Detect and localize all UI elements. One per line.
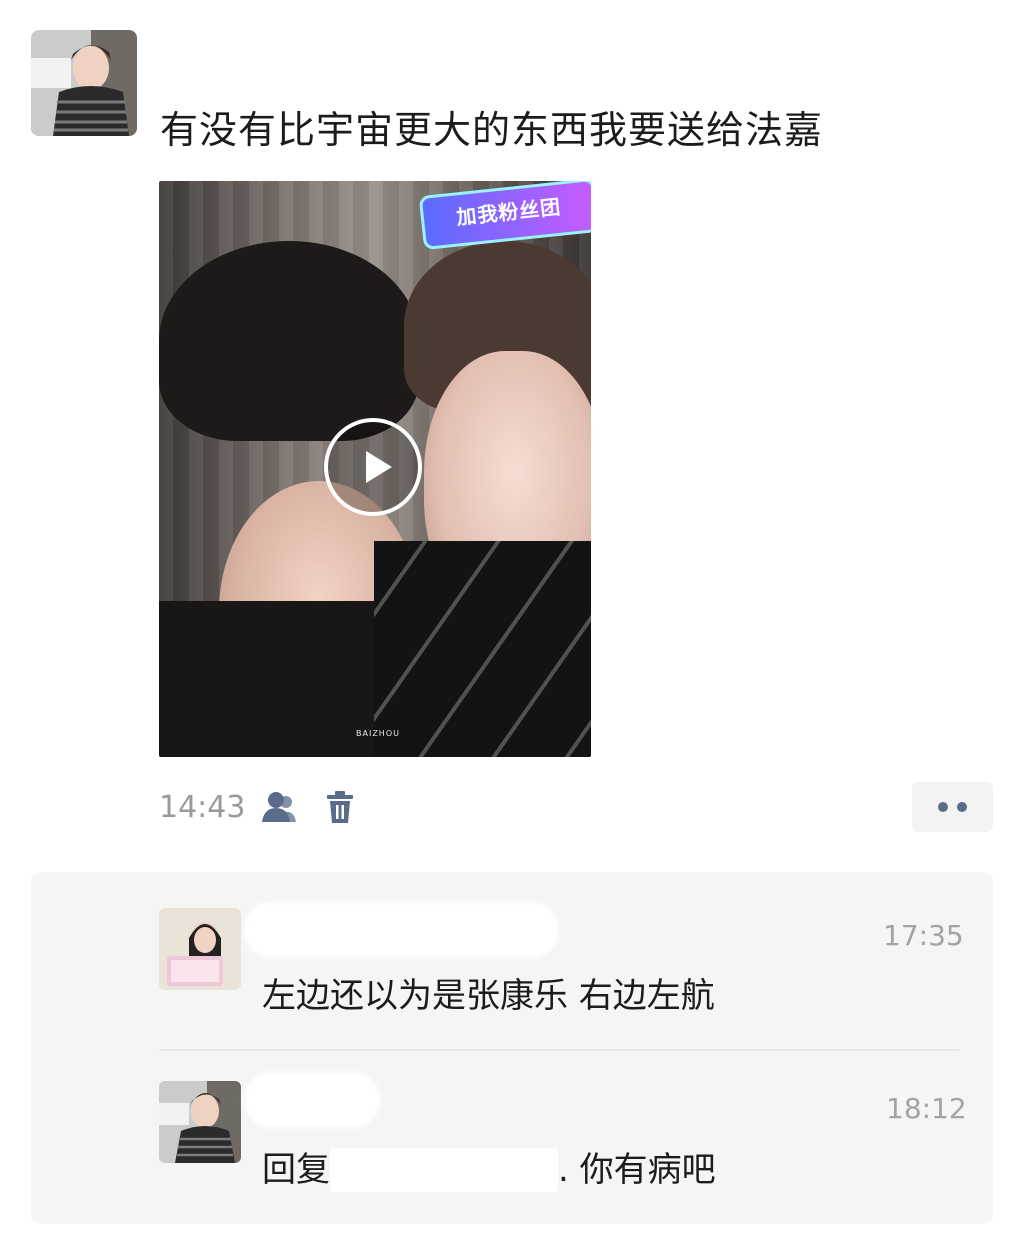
play-button[interactable] [324, 418, 422, 516]
comment-author-name[interactable] [244, 902, 559, 958]
comment-time: 18:12 [886, 1092, 967, 1125]
video-jacket-stripes [374, 541, 591, 757]
video-person-left-hair [159, 241, 419, 441]
comment-divider [159, 1049, 959, 1051]
comment-avatar-image [159, 1081, 241, 1163]
video-watermark: BAIZHOU [356, 729, 400, 738]
comment-text[interactable]: 回复 . 你有病吧 [262, 1148, 716, 1192]
comment-avatar[interactable] [159, 1081, 241, 1163]
comment-time: 17:35 [883, 919, 964, 952]
more-actions-button[interactable] [912, 782, 993, 832]
friends-visibility-icon[interactable] [260, 790, 298, 824]
reply-target-name[interactable] [330, 1148, 558, 1192]
comments-panel: 17:35 左边还以为是张康乐 右边左航 18:12 回复 . 你有病吧 [31, 872, 993, 1224]
post-time: 14:43 [159, 790, 246, 825]
trash-icon[interactable] [325, 790, 355, 824]
reply-body: . 你有病吧 [558, 1150, 716, 1190]
comment-author-name[interactable] [244, 1072, 380, 1128]
avatar-image [31, 30, 137, 136]
post-text: 有没有比宇宙更大的东西我要送给法嘉 [160, 108, 824, 152]
poster-avatar[interactable] [31, 30, 137, 136]
comment-text[interactable]: 左边还以为是张康乐 右边左航 [262, 974, 715, 1018]
play-icon [366, 451, 392, 483]
reply-label: 回复 [262, 1150, 330, 1190]
more-dots-icon [938, 802, 967, 812]
comment-avatar[interactable] [159, 908, 241, 990]
comment-avatar-image [159, 908, 241, 990]
